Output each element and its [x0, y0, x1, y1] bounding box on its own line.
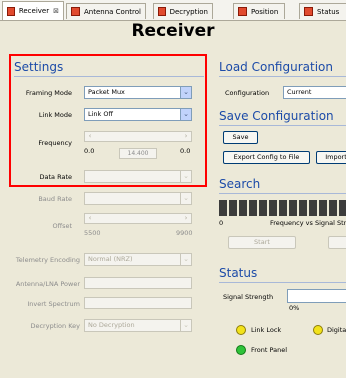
chevron-down-icon[interactable]: ⌄: [180, 193, 191, 204]
start-search-button[interactable]: Start: [228, 236, 296, 249]
front-panel-label: Front Panel: [251, 346, 288, 354]
graph-segment: [319, 200, 327, 216]
frequency-slider[interactable]: ‹ ›: [84, 131, 192, 142]
chevron-left-icon[interactable]: ‹: [85, 132, 95, 141]
save-config-divider: [219, 125, 346, 126]
import-config-button[interactable]: Import: [316, 151, 346, 164]
link-mode-select[interactable]: Link Off ⌄: [84, 108, 192, 121]
link-mode-value: Link Off: [88, 110, 113, 118]
invert-spectrum-label: Invert Spectrum: [27, 300, 80, 308]
search-divider: [219, 193, 346, 194]
tab-decryption-label: Decryption: [169, 7, 208, 16]
load-config-heading: Load Configuration: [219, 60, 333, 74]
graph-segment: [259, 200, 267, 216]
close-tab-icon[interactable]: ⊠: [53, 7, 59, 15]
framing-mode-select[interactable]: Packet Mux ⌄: [84, 86, 192, 99]
status-heading: Status: [219, 266, 258, 280]
graph-axis-min: 0: [219, 219, 224, 227]
tab-status[interactable]: Status: [299, 3, 346, 19]
signal-strength-label: Signal Strength: [223, 293, 274, 301]
graph-segment: [309, 200, 317, 216]
graph-segment: [249, 200, 257, 216]
tab-position-label: Position: [251, 7, 279, 16]
settings-divider: [14, 76, 204, 77]
framing-mode-label: Framing Mode: [25, 89, 72, 97]
telemetry-encoding-label: Telemetry Encoding: [15, 256, 80, 264]
chevron-down-icon[interactable]: ⌄: [180, 109, 191, 120]
digital-led-icon: [313, 325, 323, 335]
graph-segment: [299, 200, 307, 216]
offset-min: 5500: [84, 229, 101, 237]
settings-heading: Settings: [14, 60, 64, 74]
data-rate-select[interactable]: ⌄: [84, 170, 192, 183]
offset-slider[interactable]: ‹ ›: [84, 213, 192, 224]
tab-antenna-control[interactable]: Antenna Control: [66, 3, 146, 19]
antenna-tab-icon: [71, 7, 80, 16]
graph-segment: [229, 200, 237, 216]
framing-mode-value: Packet Mux: [88, 88, 125, 96]
tab-antenna-label: Antenna Control: [84, 7, 141, 16]
signal-strength-bar: [287, 289, 346, 303]
graph-segment: [289, 200, 297, 216]
chevron-right-icon[interactable]: ›: [181, 214, 191, 223]
link-mode-label: Link Mode: [38, 111, 72, 119]
export-config-button[interactable]: Export Config to File: [223, 151, 310, 164]
tab-receiver[interactable]: Receiver ⊠: [2, 1, 64, 20]
tab-bar: Receiver ⊠ Antenna Control Decryption Po…: [0, 0, 346, 21]
graph-axis-caption: Frequency vs Signal Str: [270, 219, 346, 227]
antenna-lna-power-field[interactable]: [84, 277, 192, 289]
decryption-key-select[interactable]: No Decryption ⌄: [84, 319, 192, 332]
frequency-value-field[interactable]: 14.400: [119, 148, 157, 159]
status-tab-icon: [304, 7, 313, 16]
stop-search-button[interactable]: [328, 236, 346, 249]
digital-label: Digita: [327, 326, 346, 334]
decryption-tab-icon: [158, 7, 166, 16]
graph-segment: [279, 200, 287, 216]
tab-decryption[interactable]: Decryption: [153, 3, 213, 19]
offset-max: 9900: [176, 229, 193, 237]
frequency-min: 0.0: [84, 147, 95, 155]
load-config-divider: [219, 76, 346, 77]
receiver-tab-icon: [7, 6, 15, 16]
configuration-select[interactable]: Current: [283, 86, 346, 99]
tab-status-label: Status: [317, 7, 340, 16]
configuration-label: Configuration: [225, 89, 270, 97]
chevron-down-icon[interactable]: ⌄: [180, 320, 191, 331]
telemetry-encoding-select[interactable]: Normal (NRZ) ⌄: [84, 253, 192, 266]
antenna-lna-power-label: Antenna/LNA Power: [15, 280, 80, 288]
telemetry-encoding-value: Normal (NRZ): [88, 255, 133, 263]
save-button[interactable]: Save: [223, 131, 258, 144]
chevron-right-icon[interactable]: ›: [181, 132, 191, 141]
invert-spectrum-field[interactable]: [84, 297, 192, 309]
link-lock-label: Link Lock: [251, 326, 282, 334]
data-rate-label: Data Rate: [39, 173, 73, 181]
chevron-down-icon[interactable]: ⌄: [180, 254, 191, 265]
signal-strength-value: 0%: [289, 304, 300, 312]
offset-label: Offset: [52, 222, 72, 230]
search-heading: Search: [219, 177, 261, 191]
graph-segment: [219, 200, 227, 216]
tab-receiver-label: Receiver: [18, 7, 50, 15]
graph-segment: [239, 200, 247, 216]
chevron-down-icon[interactable]: ⌄: [180, 87, 191, 98]
frequency-label: Frequency: [38, 139, 72, 147]
chevron-down-icon[interactable]: ⌄: [180, 171, 191, 182]
graph-segment: [339, 200, 346, 216]
baud-rate-label: Baud Rate: [38, 195, 72, 203]
decryption-key-value: No Decryption: [88, 321, 135, 329]
frequency-max: 0.0: [180, 147, 191, 155]
baud-rate-select[interactable]: ⌄: [84, 192, 192, 205]
page-title: Receiver: [131, 21, 215, 41]
front-panel-led-icon: [236, 345, 246, 355]
save-config-heading: Save Configuration: [219, 109, 334, 123]
position-tab-icon: [238, 7, 247, 16]
graph-segment: [329, 200, 337, 216]
decryption-key-label: Decryption Key: [30, 322, 80, 330]
status-divider: [219, 282, 346, 283]
chevron-left-icon[interactable]: ‹: [85, 214, 95, 223]
link-lock-led-icon: [236, 325, 246, 335]
graph-segment: [269, 200, 277, 216]
tab-position[interactable]: Position: [233, 3, 285, 19]
